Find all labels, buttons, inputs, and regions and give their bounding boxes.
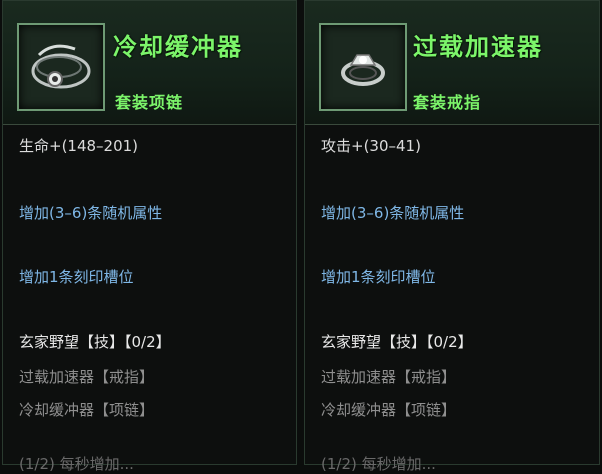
random-affix-line: 增加(3–6)条随机属性 bbox=[321, 204, 465, 222]
engrave-slot-line: 增加1条刻印槽位 bbox=[321, 268, 436, 286]
set-member-necklace: 冷却缓冲器【项链】 bbox=[321, 401, 457, 419]
set-member-ring: 过载加速器【戒指】 bbox=[321, 368, 457, 386]
set-effect-partial: (1/2) 每秒增加... bbox=[19, 455, 134, 473]
item-icon-frame bbox=[319, 23, 407, 111]
set-bonus-title: 玄家野望【技】【0/2】 bbox=[19, 333, 171, 351]
base-stat: 攻击+(30–41) bbox=[321, 137, 421, 155]
set-effect-partial: (1/2) 每秒增加... bbox=[321, 455, 436, 473]
item-tooltip-necklace: 冷却缓冲器 套装项链 生命+(148–201) 增加(3–6)条随机属性 增加1… bbox=[2, 0, 297, 473]
set-member-ring: 过载加速器【戒指】 bbox=[19, 368, 155, 386]
item-name: 冷却缓冲器 bbox=[113, 32, 243, 61]
ring-icon bbox=[341, 54, 385, 86]
set-member-necklace: 冷却缓冲器【项链】 bbox=[19, 401, 155, 419]
item-name: 过载加速器 bbox=[413, 32, 543, 61]
necklace-icon bbox=[31, 44, 91, 89]
set-bonus-title: 玄家野望【技】【0/2】 bbox=[321, 333, 473, 351]
random-affix-line: 增加(3–6)条随机属性 bbox=[19, 204, 163, 222]
item-tooltip-ring: 过载加速器 套装戒指 攻击+(30–41) 增加(3–6)条随机属性 增加1条刻… bbox=[304, 0, 600, 473]
item-type: 套装项链 bbox=[115, 93, 184, 112]
item-type: 套装戒指 bbox=[413, 93, 482, 112]
engrave-slot-line: 增加1条刻印槽位 bbox=[19, 268, 134, 286]
base-stat: 生命+(148–201) bbox=[19, 137, 139, 155]
item-icon-frame bbox=[17, 23, 105, 111]
tooltip-header: 冷却缓冲器 套装项链 bbox=[3, 1, 296, 125]
tooltip-header: 过载加速器 套装戒指 bbox=[305, 1, 599, 125]
